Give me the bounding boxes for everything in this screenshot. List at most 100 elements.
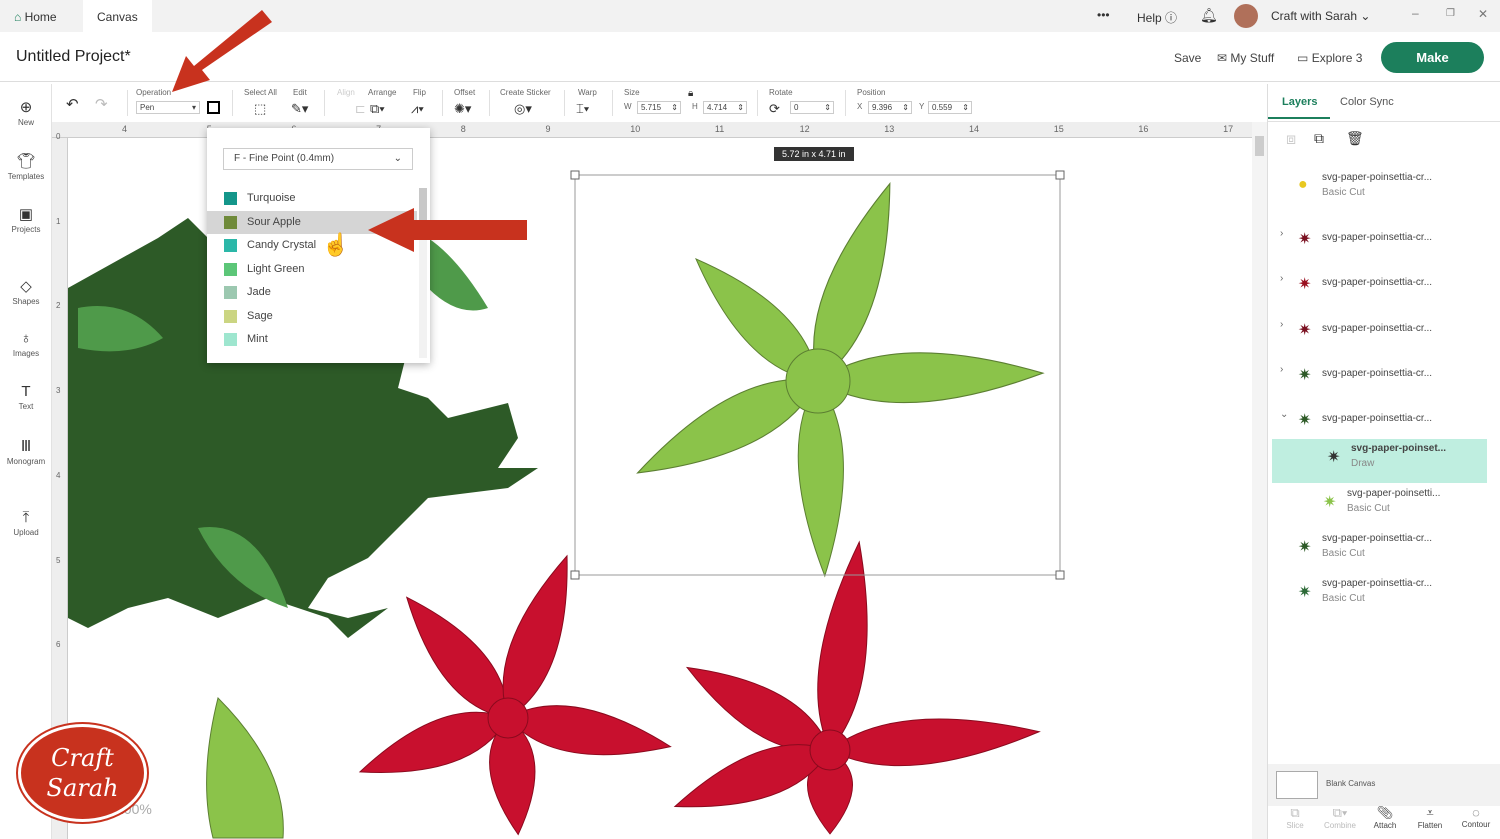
combine-button[interactable]: ⧉▾ Combine <box>1317 805 1363 830</box>
arrange-button[interactable]: Arrange ⧉▾ <box>368 88 396 116</box>
group-icon[interactable]: ⧈ <box>1286 131 1296 149</box>
layer-name: svg-paper-poinsettia-cr... <box>1322 413 1433 424</box>
bell-icon[interactable]: 🔔︎ <box>1200 7 1218 24</box>
size-label: Size <box>624 88 640 97</box>
layer-name: svg-paper-poinset... <box>1351 443 1447 454</box>
tab-canvas[interactable]: Canvas <box>83 0 152 32</box>
color-swatch <box>224 239 237 252</box>
save-button[interactable]: Save <box>1174 51 1201 65</box>
tab-color-sync[interactable]: Color Sync <box>1340 96 1394 108</box>
pen-color-dropdown: F - Fine Point (0.4mm) ⌄ Turquoise Sour Ap… <box>207 128 430 363</box>
align-button[interactable]: Align ⊏ <box>337 88 366 116</box>
color-name: Sour Apple <box>247 215 301 228</box>
tab-layers[interactable]: Layers <box>1282 96 1317 108</box>
color-option[interactable]: Turquoise <box>207 187 417 210</box>
color-swatch <box>224 215 237 229</box>
color-option[interactable]: Sage <box>207 305 417 328</box>
layer-thumbnail-icon: ✷ <box>1298 322 1312 339</box>
slice-button[interactable]: ⧉ Slice <box>1272 805 1318 830</box>
layer-thumbnail-icon: ✷ <box>1298 584 1312 601</box>
contour-button[interactable]: ◌ Contour <box>1453 805 1499 829</box>
tab-home[interactable]: ⌂ Home <box>0 0 71 32</box>
layer-item[interactable]: ● svg-paper-poinsettia-cr... Basic Cut <box>1268 168 1500 212</box>
height-value: 4.714 <box>707 103 728 112</box>
sidebar-label: Projects <box>11 225 41 234</box>
layer-name: svg-paper-poinsettia-cr... <box>1322 368 1433 379</box>
sidebar-item-new[interactable]: ⊕ New <box>0 98 52 127</box>
avatar[interactable] <box>1234 4 1258 28</box>
tab-home-label: Home <box>24 10 57 24</box>
ruler-tick-label: 2 <box>56 301 61 311</box>
undo-button[interactable]: ↶ <box>66 95 79 113</box>
layer-item[interactable]: ✷ svg-paper-poinsettia-cr... Basic Cut <box>1268 574 1500 618</box>
sidebar-item-projects[interactable]: ▣ Projects <box>0 205 52 234</box>
chevron-right-icon[interactable]: › <box>1280 364 1283 375</box>
arrange-icon: ⧉▾ <box>370 101 385 116</box>
attach-button[interactable]: 📎︎ Attach <box>1362 805 1408 830</box>
rotate-input[interactable]: 0 ⇕ <box>790 101 834 114</box>
operation-select[interactable]: Pen ▾ <box>136 101 200 114</box>
dropdown-scrollbar[interactable] <box>419 188 427 358</box>
sidebar-item-templates[interactable]: 👕︎ Templates <box>0 152 52 181</box>
sidebar-item-images[interactable]: ♁ Images <box>0 330 52 358</box>
user-menu[interactable]: Craft with Sarah ⌄ <box>1271 9 1370 23</box>
pen-color-swatch[interactable] <box>207 101 220 114</box>
y-input[interactable]: 0.559 ⇕ <box>928 101 972 114</box>
layer-item[interactable]: ✷ svg-paper-poinset... Draw <box>1272 439 1487 483</box>
layer-item[interactable]: ✷ svg-paper-poinsettia-cr... Basic Cut <box>1268 529 1500 573</box>
delete-icon[interactable]: 🗑︎ <box>1346 130 1364 147</box>
layer-item[interactable]: › ✷ svg-paper-poinsettia-cr... <box>1268 357 1500 401</box>
sidebar-item-upload[interactable]: ⤒ Upload <box>0 509 52 537</box>
layer-item[interactable]: › ✷ svg-paper-poinsettia-cr... <box>1268 221 1500 265</box>
chevron-right-icon[interactable]: › <box>1280 273 1283 284</box>
close-button[interactable]: ✕ <box>1478 7 1488 21</box>
machine-button[interactable]: ▭ Explore 3 <box>1297 51 1362 65</box>
warp-button[interactable]: Warp ⌶▾ <box>576 88 597 116</box>
machine-label: Explore 3 <box>1311 51 1363 65</box>
width-input[interactable]: 5.715 ⇕ <box>637 101 681 114</box>
create-sticker-button[interactable]: Create Sticker ◎▾ <box>500 88 551 116</box>
project-title[interactable]: Untitled Project* <box>16 48 131 66</box>
more-button[interactable]: ••• <box>1097 8 1110 22</box>
sidebar-item-text[interactable]: T Text <box>0 383 52 411</box>
chevron-right-icon[interactable]: › <box>1280 319 1283 330</box>
color-name: Jade <box>247 286 271 298</box>
lock-icon[interactable]: 🔒︎ <box>688 88 693 99</box>
layer-item[interactable]: ✷ svg-paper-poinsetti... Basic Cut <box>1268 484 1500 528</box>
offset-button[interactable]: Offset ✺▾ <box>454 88 475 116</box>
my-stuff-button[interactable]: ✉ My Stuff <box>1217 51 1274 65</box>
flatten-button[interactable]: ⩡ Flatten <box>1407 805 1453 830</box>
x-input[interactable]: 9.396 ⇕ <box>868 101 912 114</box>
blank-canvas-row[interactable]: Blank Canvas <box>1268 764 1500 806</box>
color-option[interactable]: Mint <box>207 328 417 351</box>
pen-type-select[interactable]: F - Fine Point (0.4mm) ⌄ <box>223 148 413 170</box>
layer-item[interactable]: › ✷ svg-paper-poinsettia-cr... <box>1268 312 1500 356</box>
maximize-button[interactable]: ❐ <box>1446 8 1455 19</box>
color-option[interactable]: Candy Crystal <box>207 234 417 257</box>
chevron-down-icon[interactable]: ⌄ <box>1280 409 1288 420</box>
sidebar-item-shapes[interactable]: ◇ Shapes <box>0 277 52 306</box>
select-all-label: Select All <box>244 88 277 97</box>
chevron-right-icon[interactable]: › <box>1280 228 1283 239</box>
user-name: Craft with Sarah <box>1271 9 1358 23</box>
make-button[interactable]: Make <box>1381 42 1484 73</box>
height-input[interactable]: 4.714 ⇕ <box>703 101 747 114</box>
redo-button[interactable]: ↷ <box>95 95 108 113</box>
color-option[interactable]: Sour Apple <box>207 210 417 234</box>
minimize-button[interactable]: – <box>1412 6 1419 20</box>
blank-canvas-swatch[interactable] <box>1276 771 1318 799</box>
vertical-scrollbar[interactable] <box>1252 122 1267 839</box>
select-all-button[interactable]: Select All ⬚ <box>244 88 277 116</box>
color-swatch <box>224 286 237 299</box>
sidebar-label: New <box>17 118 34 127</box>
duplicate-icon[interactable]: ⧉ <box>1314 130 1324 147</box>
edit-button[interactable]: Edit ✎▾ <box>291 88 308 116</box>
layer-item[interactable]: › ✷ svg-paper-poinsettia-cr... <box>1268 266 1500 310</box>
help-icon: ⓘ <box>1165 11 1178 25</box>
flip-button[interactable]: Flip ⩘▾ <box>411 88 426 116</box>
sidebar-item-monogram[interactable]: Ⅲ Monogram <box>0 437 52 466</box>
color-option[interactable]: Light Green <box>207 258 417 281</box>
color-option[interactable]: Jade <box>207 281 417 304</box>
flatten-label: Flatten <box>1417 821 1443 830</box>
help-button[interactable]: Help ⓘ <box>1137 9 1177 26</box>
